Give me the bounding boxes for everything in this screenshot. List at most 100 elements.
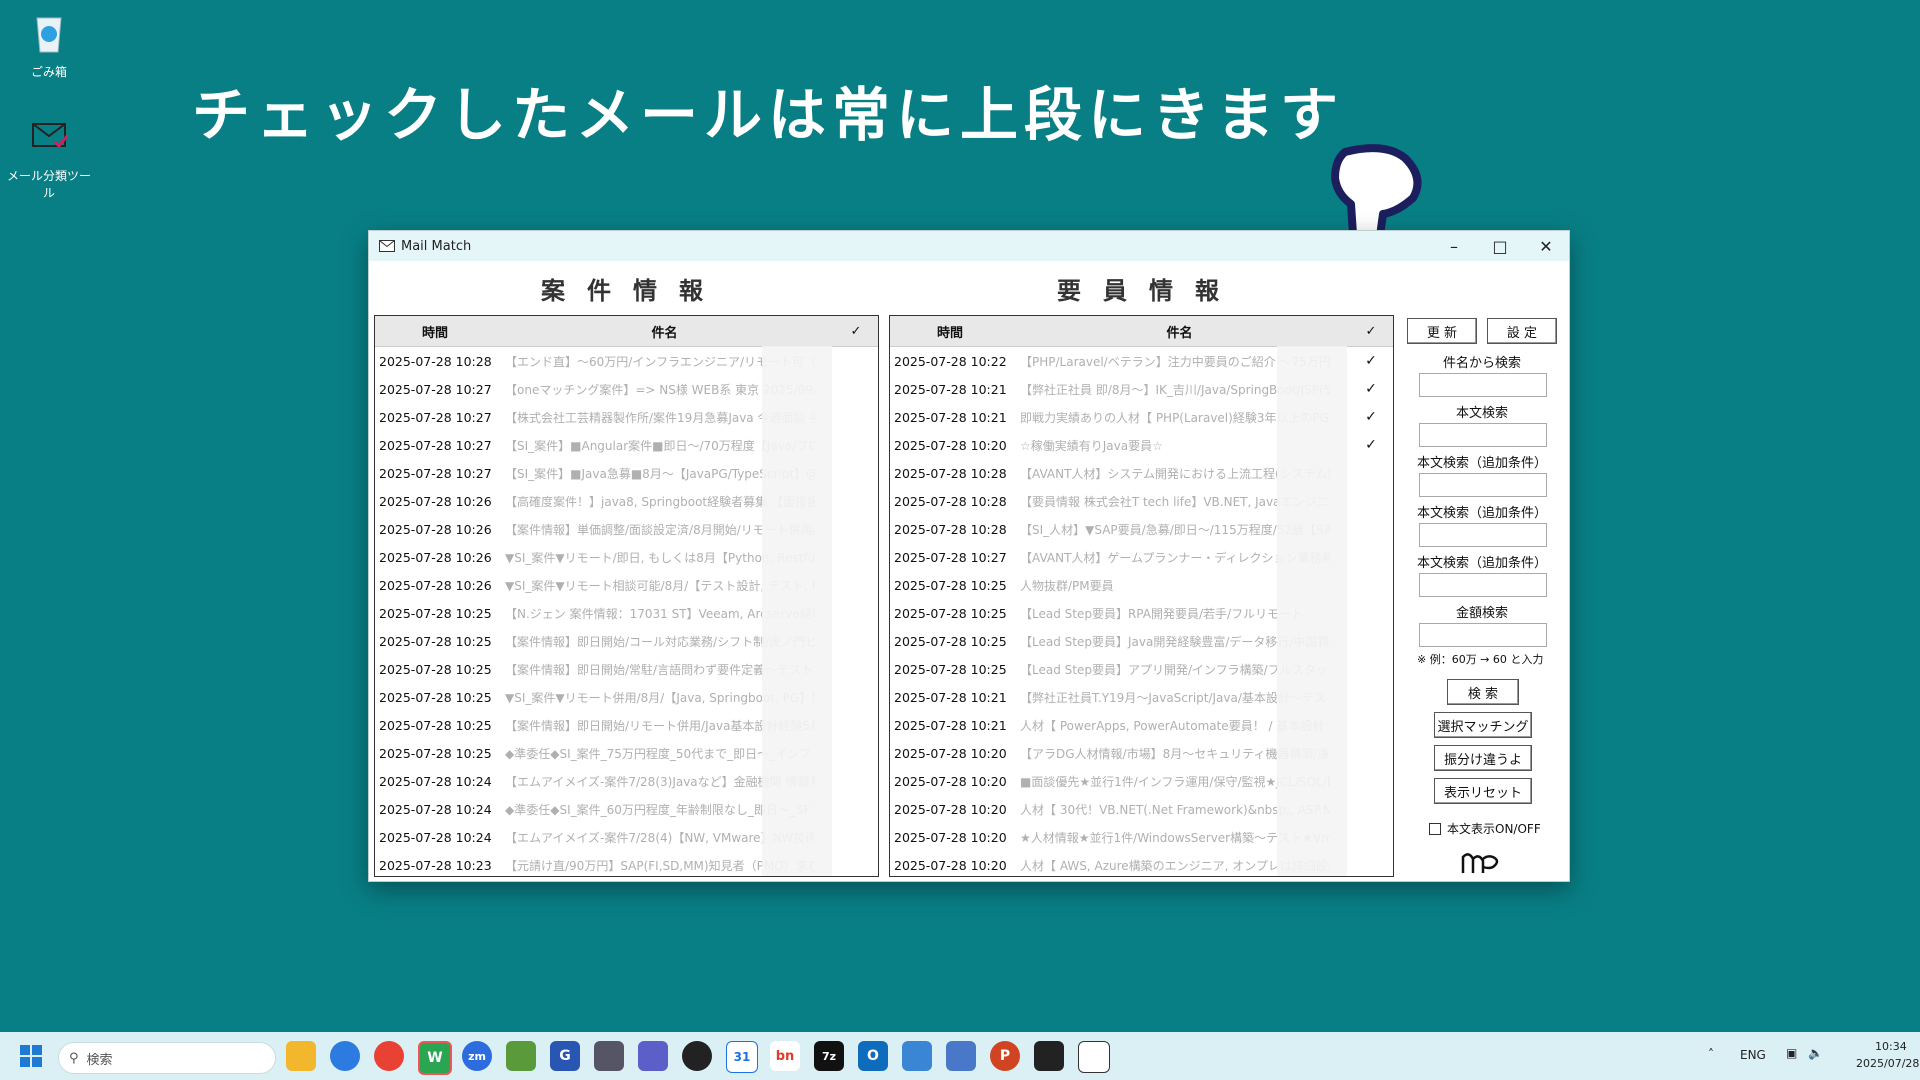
language-indicator[interactable]: ENG bbox=[1740, 1048, 1766, 1062]
row-check[interactable]: ✓ bbox=[1349, 353, 1393, 369]
body-search-label: 本文検索 bbox=[1455, 406, 1508, 421]
close-button[interactable]: ✕ bbox=[1523, 231, 1569, 261]
titlebar: Mail Match – □ ✕ bbox=[369, 231, 1569, 261]
row-time: 2025-07-28 10:28 bbox=[894, 521, 1007, 537]
project-list-panel: 時間 件名 ✓ 2025-07-28 10:28 【エンド直】〜60万円/インフラ… bbox=[374, 315, 879, 877]
list-header: 時間 件名 ✓ bbox=[375, 316, 878, 347]
chrome-icon[interactable] bbox=[374, 1041, 404, 1071]
body-toggle[interactable]: 本文表示ON/OFF bbox=[1429, 820, 1541, 837]
desktop-icon-label: メール分類ツール bbox=[6, 169, 91, 200]
row-time: 2025-07-28 10:25 bbox=[894, 633, 1007, 649]
left-section-title: 案件情報 bbox=[541, 277, 725, 305]
row-time: 2025-07-28 10:21 bbox=[894, 409, 1007, 425]
row-time: 2025-07-28 10:26 bbox=[379, 549, 492, 565]
bn-icon[interactable]: bn bbox=[770, 1041, 800, 1071]
row-time: 2025-07-28 10:27 bbox=[379, 409, 492, 425]
body-search-extra-input-3[interactable] bbox=[1419, 573, 1547, 597]
w-app-icon[interactable]: W bbox=[418, 1041, 452, 1075]
amount-search-input[interactable] bbox=[1419, 623, 1547, 647]
column-header-check[interactable]: ✓ bbox=[1349, 324, 1393, 339]
mp-logo-icon bbox=[1461, 853, 1499, 873]
row-time: 2025-07-28 10:27 bbox=[379, 437, 492, 453]
column-header-check[interactable]: ✓ bbox=[834, 324, 878, 339]
row-time: 2025-07-28 10:25 bbox=[379, 717, 492, 733]
teams-icon[interactable] bbox=[638, 1041, 668, 1071]
row-check[interactable]: ✓ bbox=[1349, 437, 1393, 453]
window-title: Mail Match bbox=[401, 238, 472, 254]
row-time: 2025-07-28 10:24 bbox=[379, 801, 492, 817]
subject-search-label: 件名から検索 bbox=[1442, 356, 1521, 371]
mail-match-icon[interactable] bbox=[1078, 1041, 1110, 1073]
column-header-subject[interactable]: 件名 bbox=[1010, 322, 1349, 341]
minimize-button[interactable]: – bbox=[1431, 231, 1477, 261]
amount-search-label: 金額検索 bbox=[1455, 606, 1508, 621]
body-search-extra-input-2[interactable] bbox=[1419, 523, 1547, 547]
mail-check-icon bbox=[32, 123, 69, 149]
w-app-label: W bbox=[427, 1050, 443, 1066]
refresh-button[interactable]: 更 新 bbox=[1407, 318, 1477, 344]
subject-fade-overlay bbox=[762, 346, 832, 876]
zoom-icon[interactable]: zm bbox=[462, 1041, 492, 1071]
chatgpt-icon[interactable] bbox=[682, 1041, 712, 1071]
search-button[interactable]: 検 索 bbox=[1447, 679, 1519, 705]
row-time: 2025-07-28 10:26 bbox=[379, 493, 492, 509]
row-time: 2025-07-28 10:27 bbox=[379, 381, 492, 397]
list-header: 時間 件名 ✓ bbox=[890, 316, 1393, 347]
row-time: 2025-07-28 10:25 bbox=[379, 605, 492, 621]
row-check[interactable]: ✓ bbox=[1349, 381, 1393, 397]
outlook-label: O bbox=[867, 1048, 879, 1064]
right-section-title: 要員情報 bbox=[1057, 277, 1241, 305]
select-matching-button[interactable]: 選択マッチング bbox=[1434, 712, 1532, 738]
network-icon[interactable]: ▣ bbox=[1786, 1046, 1797, 1060]
clock-time[interactable]: 10:34 bbox=[1875, 1040, 1907, 1053]
remote-desktop-icon[interactable] bbox=[946, 1041, 976, 1071]
row-time: 2025-07-28 10:20 bbox=[894, 437, 1007, 453]
body-search-input[interactable] bbox=[1419, 423, 1547, 447]
row-time: 2025-07-28 10:25 bbox=[894, 605, 1007, 621]
maximize-button[interactable]: □ bbox=[1477, 231, 1523, 261]
column-header-time[interactable]: 時間 bbox=[375, 322, 495, 341]
row-time: 2025-07-28 10:26 bbox=[379, 521, 492, 537]
reset-view-button[interactable]: 表示リセット bbox=[1434, 778, 1532, 804]
clock-date[interactable]: 2025/07/28 bbox=[1856, 1057, 1919, 1070]
body-toggle-checkbox[interactable] bbox=[1429, 822, 1441, 835]
mail-icon bbox=[379, 240, 395, 252]
powerpoint-label: P bbox=[999, 1048, 1011, 1064]
notepad-icon[interactable] bbox=[902, 1041, 932, 1071]
settings-button[interactable]: 設 定 bbox=[1487, 318, 1557, 344]
row-time: 2025-07-28 10:21 bbox=[894, 689, 1007, 705]
tool-icon[interactable] bbox=[506, 1041, 536, 1071]
body-search-extra-label-2: 本文検索（追加条件） bbox=[1416, 506, 1547, 521]
7zip-icon[interactable]: 7z bbox=[814, 1041, 844, 1071]
row-time: 2025-07-28 10:22 bbox=[894, 353, 1007, 369]
volume-icon[interactable]: 🔈 bbox=[1808, 1046, 1823, 1060]
column-header-subject[interactable]: 件名 bbox=[495, 322, 834, 341]
calendar-icon[interactable]: 31 bbox=[726, 1041, 758, 1073]
calculator-icon[interactable] bbox=[594, 1041, 624, 1071]
powerpoint-icon[interactable]: P bbox=[990, 1041, 1020, 1071]
7zip-label: 7z bbox=[821, 1049, 837, 1063]
desktop-icon-recycle-bin[interactable]: ごみ箱 bbox=[4, 8, 94, 80]
column-header-time[interactable]: 時間 bbox=[890, 322, 1010, 341]
terminal-icon[interactable] bbox=[1034, 1041, 1064, 1071]
subject-search-input[interactable] bbox=[1419, 373, 1547, 397]
file-explorer-icon[interactable] bbox=[286, 1041, 316, 1071]
row-check[interactable]: ✓ bbox=[1349, 409, 1393, 425]
row-time: 2025-07-28 10:25 bbox=[894, 661, 1007, 677]
row-time: 2025-07-28 10:24 bbox=[379, 773, 492, 789]
outlook-icon[interactable]: O bbox=[858, 1041, 888, 1071]
desktop-icon-mail-tool[interactable]: メール分類ツール bbox=[4, 112, 94, 201]
taskbar-search-box[interactable]: ⚲ 検索 bbox=[58, 1042, 276, 1074]
row-time: 2025-07-28 10:20 bbox=[894, 857, 1007, 873]
misclassified-button[interactable]: 振分け違うよ bbox=[1434, 745, 1532, 771]
row-time: 2025-07-28 10:20 bbox=[894, 773, 1007, 789]
g-app-icon[interactable]: G bbox=[550, 1041, 580, 1071]
edge-icon[interactable] bbox=[330, 1041, 360, 1071]
row-time: 2025-07-28 10:25 bbox=[379, 633, 492, 649]
headline-text: チェックしたメールは常に上段にきます bbox=[192, 81, 1345, 149]
candidate-list-panel: 時間 件名 ✓ 2025-07-28 10:22 【PHP/Laravel/ベテラ… bbox=[889, 315, 1394, 877]
body-search-extra-input-1[interactable] bbox=[1419, 473, 1547, 497]
row-time: 2025-07-28 10:28 bbox=[894, 465, 1007, 481]
show-hidden-icons-icon[interactable]: ˄ bbox=[1708, 1047, 1714, 1061]
windows-start-icon[interactable] bbox=[20, 1045, 42, 1067]
